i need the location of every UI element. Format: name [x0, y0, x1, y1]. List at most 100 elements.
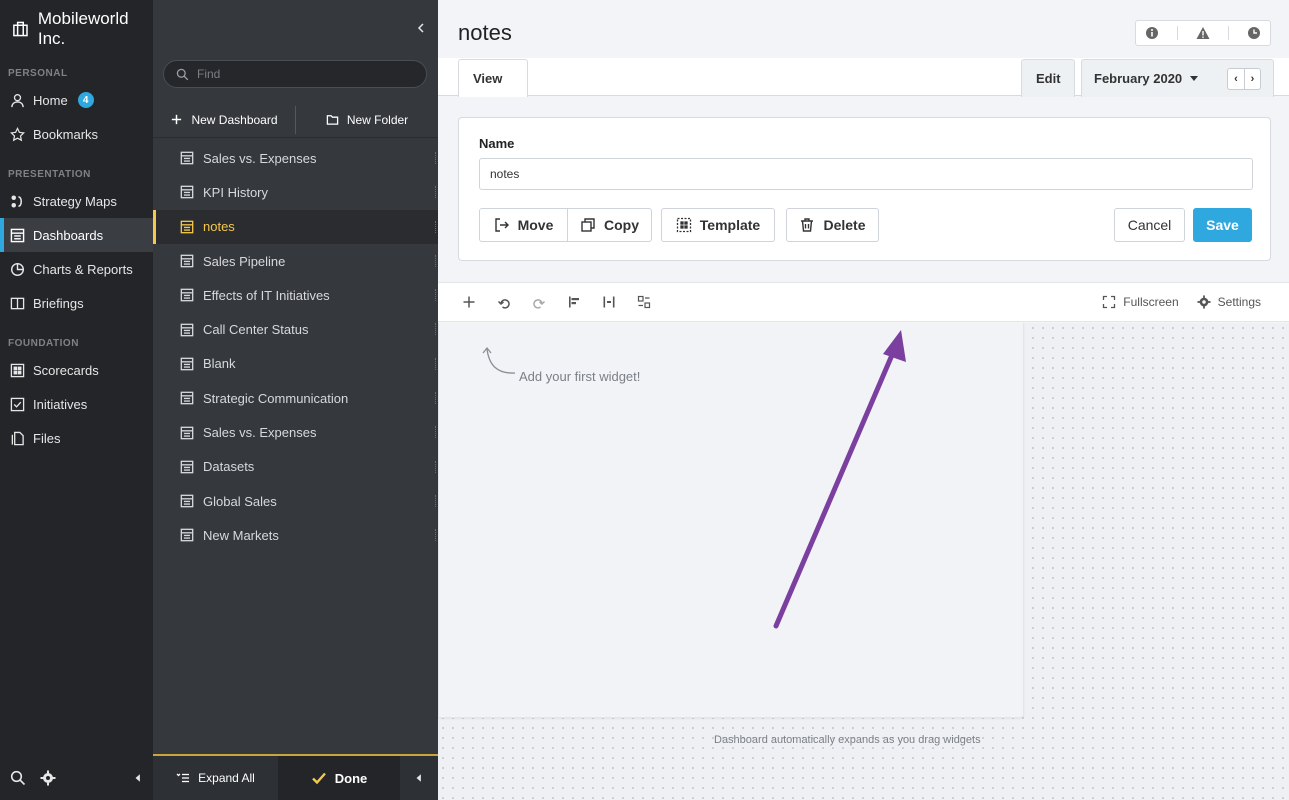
list-item-label: notes — [203, 219, 235, 235]
add-widget-icon[interactable] — [462, 295, 476, 309]
undo-icon[interactable] — [497, 295, 511, 309]
done-button[interactable]: Done — [278, 756, 400, 800]
list-item[interactable]: Global Sales — [153, 484, 438, 518]
fullscreen-icon — [1103, 295, 1116, 309]
tab-view[interactable]: View — [458, 59, 528, 97]
canvas-expand-note: Dashboard automatically expands as you d… — [714, 734, 981, 746]
sidebar-item-charts-reports[interactable]: Charts & Reports — [0, 252, 153, 286]
user-icon — [11, 93, 24, 107]
expand-all-button[interactable]: Expand All — [153, 756, 278, 800]
panel-actions: New Dashboard New Folder — [153, 102, 438, 138]
sidebar-item-label: Bookmarks — [33, 126, 99, 142]
delete-button[interactable]: Delete — [786, 208, 879, 242]
save-button[interactable]: Save — [1193, 208, 1252, 242]
new-folder-button[interactable]: New Folder — [296, 105, 438, 135]
org-switcher[interactable]: Mobileworld Inc. — [0, 0, 153, 58]
sidebar-item-scorecards[interactable]: Scorecards — [0, 353, 153, 387]
clock-icon[interactable] — [1247, 26, 1261, 40]
sidebar-item-home[interactable]: Home 4 — [0, 83, 153, 117]
list-item[interactable]: Blank — [153, 347, 438, 381]
sidebar-item-initiatives[interactable]: Initiatives — [0, 387, 153, 421]
dashboard-edit-form: Name Move Copy Template Delete Cancel Sa… — [458, 117, 1271, 261]
find-input[interactable] — [197, 67, 397, 81]
sidebar-item-dashboards[interactable]: Dashboards — [0, 218, 153, 252]
warning-icon[interactable] — [1196, 26, 1210, 40]
list-item[interactable]: Strategic Communication — [153, 381, 438, 415]
checkbox-icon — [10, 397, 25, 411]
expand-list-icon — [176, 773, 190, 783]
sidebar-item-files[interactable]: Files — [0, 421, 153, 455]
sidebar-item-label: Charts & Reports — [33, 261, 133, 277]
list-item-label: Call Center Status — [203, 322, 309, 338]
sidebar-item-label: Dashboards — [33, 227, 104, 243]
period-label: February 2020 — [1094, 71, 1183, 86]
distribute-icon[interactable] — [602, 295, 616, 309]
annotation-arrow-icon — [773, 330, 906, 629]
list-item[interactable]: Effects of IT Initiatives — [153, 278, 438, 312]
tab-edit[interactable]: Edit — [1021, 59, 1075, 97]
delete-label: Delete — [823, 217, 866, 233]
find-box[interactable] — [163, 60, 427, 88]
collapse-panel-button[interactable] — [400, 756, 438, 800]
plus-icon — [172, 114, 182, 125]
main-content: notes View Edit February 2020 ‹ › Name M… — [438, 0, 1289, 800]
gear-icon[interactable] — [40, 770, 56, 786]
template-label: Template — [699, 217, 761, 233]
list-item[interactable]: KPI History — [153, 175, 438, 209]
cancel-button[interactable]: Cancel — [1114, 208, 1185, 242]
building-icon — [13, 21, 28, 37]
move-icon — [494, 218, 509, 232]
gear-icon — [1197, 295, 1211, 309]
sidebar-item-briefings[interactable]: Briefings — [0, 286, 153, 320]
book-icon — [10, 297, 25, 309]
dashboard-icon — [180, 529, 194, 542]
list-item[interactable]: Sales Pipeline — [153, 244, 438, 278]
redo-icon[interactable] — [532, 295, 546, 309]
scorecard-icon — [10, 363, 25, 377]
list-item-label: Effects of IT Initiatives — [203, 287, 330, 303]
fullscreen-label: Fullscreen — [1123, 295, 1179, 309]
next-period-button[interactable]: › — [1244, 68, 1260, 89]
list-item[interactable]: notes — [153, 209, 438, 245]
dashboard-icon — [180, 151, 194, 165]
fullscreen-button[interactable]: Fullscreen — [1102, 295, 1179, 309]
list-item[interactable]: Datasets — [153, 450, 438, 484]
dashboard-icon — [180, 357, 194, 371]
template-button[interactable]: Template — [661, 208, 775, 242]
search-icon[interactable] — [10, 770, 26, 786]
dashboard-icon — [180, 186, 194, 199]
new-dashboard-button[interactable]: New Dashboard — [153, 105, 295, 135]
curved-arrow-icon — [482, 346, 516, 374]
settings-button[interactable]: Settings — [1197, 295, 1261, 309]
copy-button[interactable]: Copy — [567, 208, 652, 242]
align-top-icon[interactable] — [567, 295, 581, 309]
dashboard-list: Sales vs. Expenses KPI History notes Sales … — [153, 141, 438, 553]
previous-period-button[interactable]: ‹ — [1228, 69, 1244, 89]
pie-chart-icon — [10, 262, 25, 276]
list-item[interactable]: New Markets — [153, 518, 438, 552]
chevron-left-icon[interactable] — [416, 22, 426, 34]
sidebar-item-label: Briefings — [33, 295, 84, 311]
dashboard-icon — [180, 426, 194, 439]
list-item[interactable]: Sales vs. Expenses — [153, 141, 438, 175]
period-selector[interactable]: February 2020 ‹ › — [1081, 59, 1274, 97]
collapse-sidebar-icon[interactable] — [133, 773, 143, 783]
tab-bar: View Edit February 2020 ‹ › — [438, 58, 1289, 97]
dashboard-canvas[interactable]: Add your first widget! — [438, 323, 1024, 718]
org-name: Mobileworld Inc. — [37, 9, 129, 48]
list-item[interactable]: Call Center Status — [153, 312, 438, 346]
sidebar-item-strategy-maps[interactable]: Strategy Maps — [0, 184, 153, 218]
arrange-icon[interactable] — [637, 295, 651, 309]
sidebar-item-bookmarks[interactable]: Bookmarks — [0, 117, 153, 151]
copy-label: Copy — [604, 217, 639, 233]
search-icon — [176, 68, 189, 80]
toolbar-right: Fullscreen Settings — [1102, 295, 1289, 309]
section-personal: PERSONAL — [8, 68, 68, 79]
info-icon[interactable] — [1145, 26, 1159, 40]
list-item[interactable]: Sales vs. Expenses — [153, 415, 438, 449]
move-button[interactable]: Move — [479, 208, 568, 242]
name-field[interactable] — [479, 158, 1253, 190]
empty-canvas-hint: Add your first widget! — [519, 369, 641, 384]
tab-label: View — [473, 71, 503, 86]
dashboard-icon — [10, 228, 25, 242]
